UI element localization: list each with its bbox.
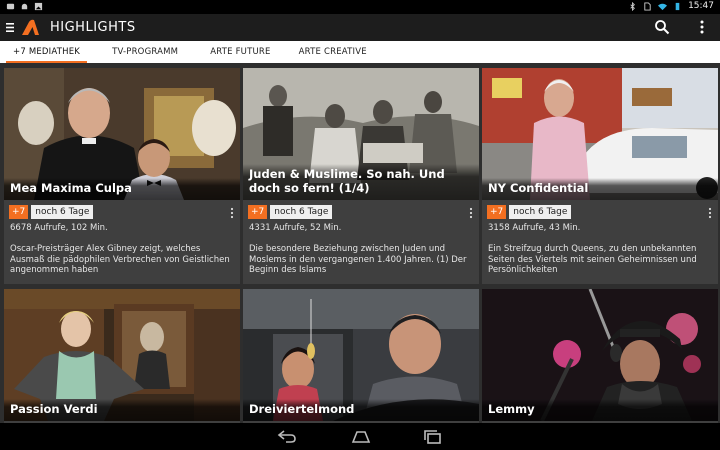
video-title: Mea Maxima Culpa bbox=[4, 178, 240, 200]
bluetooth-icon bbox=[630, 1, 635, 11]
availability-badge: noch 6 Tage bbox=[509, 205, 572, 219]
battery-icon bbox=[675, 2, 680, 10]
search-icon[interactable] bbox=[654, 19, 670, 35]
video-card[interactable]: NY Confidential +7 noch 6 Tage 3158 Aufr… bbox=[482, 68, 718, 284]
arte-logo-icon[interactable] bbox=[20, 18, 42, 38]
recent-apps-icon[interactable] bbox=[422, 429, 444, 444]
video-stats: 4331 Aufrufe, 52 Min. bbox=[249, 223, 341, 233]
video-thumbnail[interactable]: Mea Maxima Culpa bbox=[4, 68, 240, 200]
availability-badge: noch 6 Tage bbox=[270, 205, 333, 219]
plus7-badge: +7 bbox=[487, 205, 507, 219]
content-grid: Mea Maxima Culpa +7 noch 6 Tage 6678 Auf… bbox=[0, 63, 720, 423]
card-overflow-icon[interactable] bbox=[230, 207, 234, 219]
card-overflow-icon[interactable] bbox=[708, 207, 712, 219]
video-card[interactable]: Lemmy bbox=[482, 289, 718, 423]
video-title: Juden & Muslime. So nah. Und doch so fer… bbox=[243, 164, 479, 200]
video-card[interactable]: Mea Maxima Culpa +7 noch 6 Tage 6678 Auf… bbox=[4, 68, 240, 284]
video-title: NY Confidential bbox=[482, 178, 718, 200]
tab-mediathek[interactable]: +7 MEDIATHEK bbox=[0, 41, 93, 63]
notification-icon bbox=[6, 3, 15, 10]
video-description: Die besondere Beziehung zwischen Juden u… bbox=[249, 244, 467, 275]
video-stats: 6678 Aufrufe, 102 Min. bbox=[10, 223, 108, 233]
video-duration: 43 Min. bbox=[549, 223, 581, 233]
navigation-bar bbox=[0, 423, 720, 450]
no-sim-icon bbox=[644, 1, 651, 11]
video-card[interactable]: Passion Verdi bbox=[4, 289, 240, 423]
status-time: 15:47 bbox=[688, 1, 714, 11]
page-title: HIGHLIGHTS bbox=[50, 20, 136, 35]
android-icon bbox=[21, 3, 28, 10]
video-title: Lemmy bbox=[482, 399, 718, 421]
image-icon bbox=[34, 2, 43, 11]
card-overflow-icon[interactable] bbox=[469, 207, 473, 219]
video-card[interactable]: Juden & Muslime. So nah. Und doch so fer… bbox=[243, 68, 479, 284]
video-description: Oscar-Preisträger Alex Gibney zeigt, wel… bbox=[10, 244, 230, 275]
plus7-badge: +7 bbox=[9, 205, 29, 219]
tab-tv-programm[interactable]: TV-PROGRAMM bbox=[99, 41, 191, 63]
video-views: 4331 Aufrufe, bbox=[249, 223, 308, 233]
status-bar: 15:47 bbox=[0, 0, 720, 14]
video-card[interactable]: Dreiviertelmond bbox=[243, 289, 479, 423]
back-icon[interactable] bbox=[276, 429, 298, 444]
overflow-menu-icon[interactable] bbox=[696, 19, 708, 35]
tab-bar: +7 MEDIATHEK TV-PROGRAMM ARTE FUTURE ART… bbox=[0, 41, 720, 63]
availability-badge: noch 6 Tage bbox=[31, 205, 94, 219]
video-title: Dreiviertelmond bbox=[243, 399, 479, 421]
home-icon[interactable] bbox=[350, 429, 372, 444]
video-thumbnail[interactable]: Dreiviertelmond bbox=[243, 289, 479, 421]
video-thumbnail[interactable]: Juden & Muslime. So nah. Und doch so fer… bbox=[243, 68, 479, 200]
video-duration: 52 Min. bbox=[310, 223, 342, 233]
video-thumbnail[interactable]: Passion Verdi bbox=[4, 289, 240, 421]
menu-icon[interactable] bbox=[2, 14, 18, 41]
wifi-icon bbox=[658, 3, 668, 10]
video-thumbnail[interactable]: Lemmy bbox=[482, 289, 718, 421]
action-bar: HIGHLIGHTS bbox=[0, 14, 720, 41]
video-stats: 3158 Aufrufe, 43 Min. bbox=[488, 223, 580, 233]
video-views: 3158 Aufrufe, bbox=[488, 223, 547, 233]
plus7-badge: +7 bbox=[248, 205, 268, 219]
tab-arte-future[interactable]: ARTE FUTURE bbox=[197, 41, 283, 63]
tab-arte-creative[interactable]: ARTE CREATIVE bbox=[286, 41, 380, 63]
app-screen: 15:47 HIGHLIGHTS +7 MEDIATHEK TV-PROGRAM… bbox=[0, 0, 720, 450]
video-thumbnail[interactable]: NY Confidential bbox=[482, 68, 718, 200]
video-description: Ein Streifzug durch Queens, zu den unbek… bbox=[488, 244, 697, 275]
video-views: 6678 Aufrufe, bbox=[10, 223, 69, 233]
video-duration: 102 Min. bbox=[71, 223, 108, 233]
video-title: Passion Verdi bbox=[4, 399, 240, 421]
